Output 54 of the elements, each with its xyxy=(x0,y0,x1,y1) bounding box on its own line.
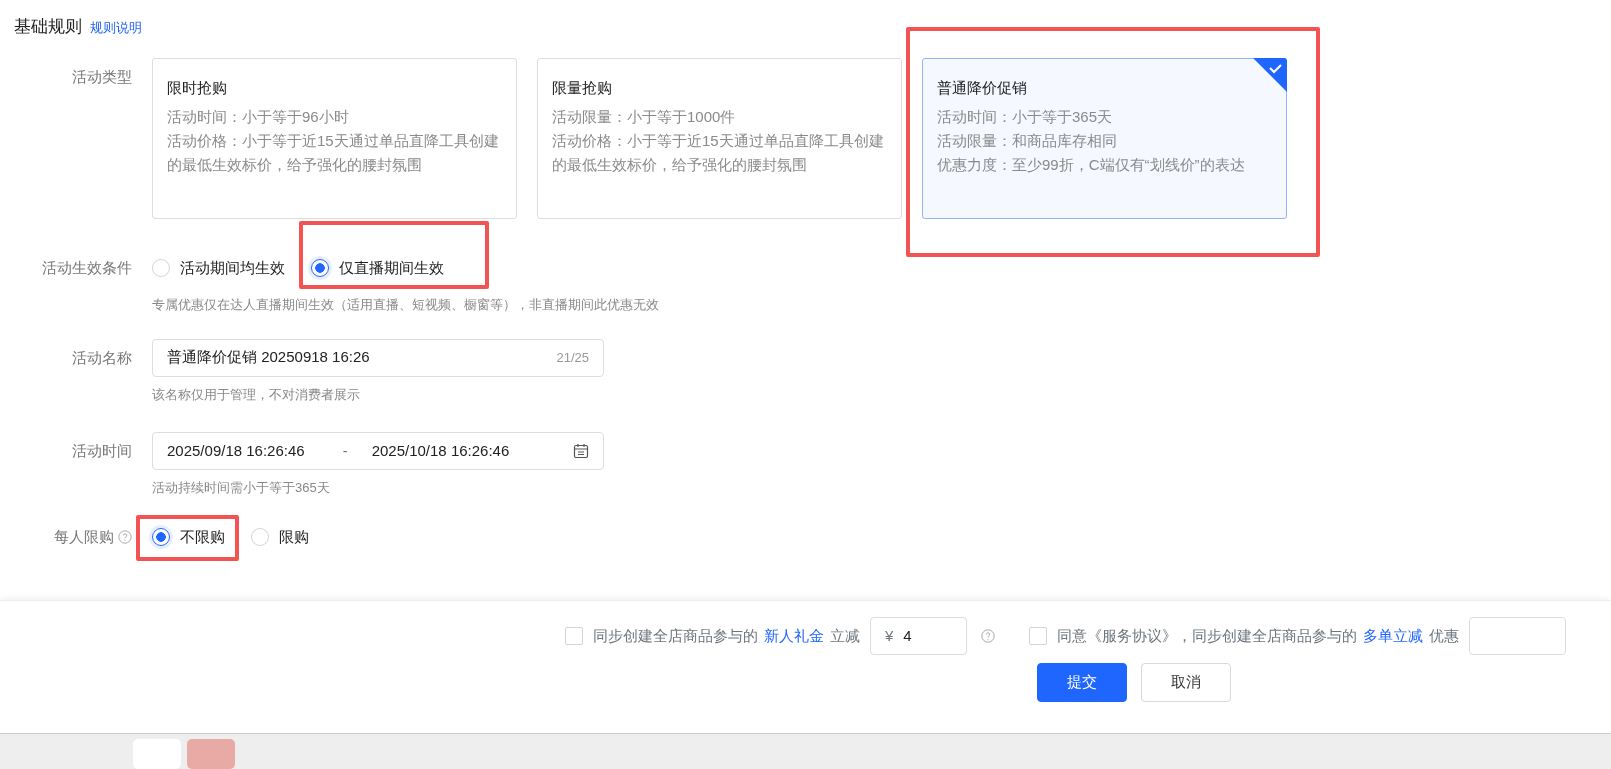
radio-label[interactable]: 限购 xyxy=(279,525,309,548)
field-label: 活动名称 xyxy=(71,347,132,368)
checkbox[interactable] xyxy=(1029,627,1047,645)
end-date: 2025/10/18 16:26:46 xyxy=(371,440,510,461)
field-label: 活动生效条件 xyxy=(41,257,132,278)
card-description: 优惠力度：至少99折，C端仅有“划线价”的表达 xyxy=(937,155,1246,175)
hint-text: 该名称仅用于管理，不对消费者展示 xyxy=(152,385,361,404)
card-description: 活动时间：小于等于365天 xyxy=(937,107,1114,127)
amount-input-field[interactable] xyxy=(1469,617,1566,655)
promotion-link[interactable]: 新人礼金 xyxy=(764,624,824,648)
activity-type-card[interactable]: 普通降价促销 活动时间：小于等于365天 活动限量：和商品库存相同 优惠力度：至少99折，C端仅有“划线价”的表达 xyxy=(922,57,1287,219)
card-description: 活动限量：和商品库存相同 xyxy=(937,131,1118,151)
radio-label[interactable]: 活动期间均生效 xyxy=(180,256,285,279)
field-label: 活动时间 xyxy=(71,441,132,461)
help-icon[interactable] xyxy=(981,629,995,643)
amount-value: 4 xyxy=(903,625,912,646)
card-title: 限量抢购 xyxy=(552,77,613,98)
card-title: 限时抢购 xyxy=(167,77,228,98)
date-range-field[interactable]: 2025/09/18 16:26:46 - 2025/10/18 16:26:46 xyxy=(152,432,604,470)
hint-text: 活动持续时间需小于等于365天 xyxy=(152,479,331,497)
currency-symbol: ¥ xyxy=(885,625,894,646)
agreement-text: 同意《服务协议》，同步创建全店商品参与的 xyxy=(1057,625,1357,646)
card-title: 普通降价促销 xyxy=(937,77,1028,98)
agreement-text: 立减 xyxy=(830,625,860,646)
card-description: 活动价格：小于等于近15天通过单品直降工具创建的最低生效标价，给予强化的腰封氛围 xyxy=(552,131,885,175)
help-icon[interactable] xyxy=(118,529,132,544)
rules-link[interactable]: 规则说明 xyxy=(90,18,142,38)
hint-text: 专属优惠仅在达人直播期间生效（适用直播、短视频、橱窗等），非直播期间此优惠无效 xyxy=(152,296,659,314)
card-description: 活动时间：小于等于96小时 xyxy=(167,107,350,127)
tab-shape[interactable] xyxy=(187,739,235,769)
radio-button[interactable] xyxy=(311,258,329,277)
field-label: 活动类型 xyxy=(71,66,132,87)
activity-type-card[interactable]: 限量抢购 活动限量：小于等于1000件 活动价格：小于等于近15天通过单品直降工具创建的最低生效标价，给予强化的腰封氛围 xyxy=(537,57,902,219)
start-date: 2025/09/18 16:26:46 xyxy=(167,440,305,461)
radio-label[interactable]: 仅直播期间生效 xyxy=(339,256,444,279)
character-counter: 21/25 xyxy=(556,348,589,367)
calendar-icon[interactable] xyxy=(573,443,589,459)
check-icon xyxy=(1253,57,1287,92)
promotion-link[interactable]: 多单立减 xyxy=(1363,624,1423,648)
card-description: 活动限量：小于等于1000件 xyxy=(552,107,737,127)
cancel-button[interactable]: 取消 xyxy=(1141,663,1231,702)
agreement-text: 优惠 xyxy=(1429,625,1459,646)
card-description: 活动价格：小于等于近15天通过单品直降工具创建的最低生效标价，给予强化的腰封氛围 xyxy=(167,131,500,175)
checkbox[interactable] xyxy=(565,627,583,645)
agreement-text: 同步创建全店商品参与的 xyxy=(593,625,758,646)
radio-button[interactable] xyxy=(152,527,170,546)
field-label: 每人限购 xyxy=(54,526,114,547)
submit-button[interactable]: 提交 xyxy=(1037,663,1127,702)
range-separator: - xyxy=(342,440,348,461)
name-input-field[interactable]: 普通降价促销 20250918 16:26 21/25 xyxy=(152,338,604,377)
amount-input-field[interactable]: ¥ 4 xyxy=(870,617,967,655)
section-title: 基础规则 xyxy=(14,16,82,38)
radio-label[interactable]: 不限购 xyxy=(180,525,225,548)
activity-type-card[interactable]: 限时抢购 活动时间：小于等于96小时 活动价格：小于等于近15天通过单品直降工具创建的最低生效标价，给予强化的腰封氛围 xyxy=(152,57,517,219)
